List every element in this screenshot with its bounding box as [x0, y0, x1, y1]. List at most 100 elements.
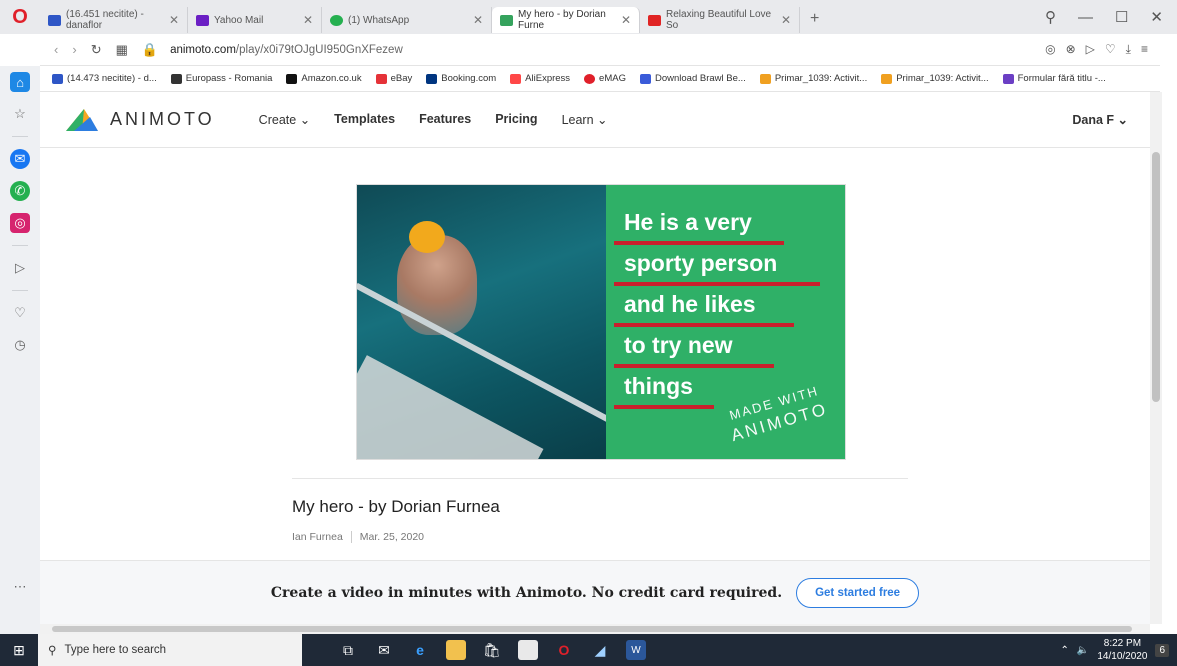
- browser-tab-active[interactable]: My hero - by Dorian Furne ✕: [492, 7, 640, 33]
- easy-setup-icon[interactable]: ≡: [1141, 42, 1148, 57]
- maximize-button[interactable]: ☐: [1115, 8, 1128, 26]
- file-explorer-icon[interactable]: [446, 640, 466, 660]
- caption-text: He is a very: [623, 209, 752, 235]
- store-icon[interactable]: 🛍: [482, 640, 502, 660]
- nav-pricing[interactable]: Pricing: [495, 112, 537, 127]
- nav-features[interactable]: Features: [419, 112, 471, 127]
- more-icon[interactable]: ⋯: [10, 577, 30, 597]
- horizontal-scrollbar[interactable]: [40, 624, 1150, 634]
- video-caption-line: He is a very: [613, 209, 845, 245]
- document-app-icon[interactable]: [518, 640, 538, 660]
- scroll-thumb[interactable]: [52, 626, 1132, 632]
- whatsapp-icon: [330, 14, 343, 26]
- chevron-up-icon[interactable]: ⌃: [1061, 645, 1069, 656]
- caption-underline: [613, 282, 820, 286]
- heart-icon[interactable]: ♡: [10, 303, 30, 323]
- new-tab-button[interactable]: +: [800, 10, 829, 28]
- opera-menu-button[interactable]: O: [0, 0, 40, 34]
- url-field[interactable]: animoto.com/play/x0i79tOJgUI950GnXFezew: [170, 44, 403, 56]
- amazon-icon: [286, 73, 298, 84]
- send-icon[interactable]: ▷: [1086, 42, 1095, 57]
- close-icon[interactable]: ✕: [163, 13, 179, 27]
- bookmark-item[interactable]: Europass - Romania: [170, 73, 272, 84]
- url-host: animoto.com: [170, 43, 236, 56]
- task-view-icon[interactable]: ⧉: [338, 640, 358, 660]
- start-button[interactable]: ⊞: [0, 634, 38, 666]
- bookmark-item[interactable]: eBay: [375, 73, 412, 84]
- bookmark-item[interactable]: eMAG: [584, 73, 626, 84]
- close-icon[interactable]: ✕: [615, 13, 631, 27]
- bookmark-item[interactable]: Amazon.co.uk: [286, 73, 362, 84]
- close-icon[interactable]: ✕: [467, 13, 483, 27]
- vertical-scrollbar[interactable]: [1150, 92, 1162, 624]
- bookmarks-icon[interactable]: ☆: [10, 104, 30, 124]
- nav-learn[interactable]: Learn ⌄: [562, 112, 608, 127]
- bookmark-item[interactable]: Booking.com: [426, 73, 496, 84]
- minimize-button[interactable]: —: [1078, 9, 1093, 26]
- get-started-button[interactable]: Get started free: [796, 577, 920, 608]
- word-icon[interactable]: W: [626, 640, 646, 660]
- aliexpress-icon: [510, 73, 522, 84]
- animoto-logo[interactable]: ANIMOTO: [64, 107, 215, 133]
- bookmark-item[interactable]: Download Brawl Be...: [639, 73, 746, 84]
- video-caption-line: sporty person: [613, 250, 845, 286]
- brawl-icon: [639, 73, 651, 84]
- opera-taskbar-icon[interactable]: O: [554, 640, 574, 660]
- animoto-icon: [500, 14, 513, 26]
- document-icon: [170, 73, 182, 84]
- animoto-logo-icon: [66, 108, 98, 131]
- speed-dial-icon[interactable]: ▦: [116, 42, 128, 58]
- back-icon[interactable]: ‹: [54, 42, 58, 57]
- promo-banner: Create a video in minutes with Animoto. …: [40, 560, 1150, 624]
- bookmark-item[interactable]: Primar_1039: Activit...: [759, 73, 867, 84]
- bookmark-label: Primar_1039: Activit...: [896, 73, 989, 84]
- forward-icon[interactable]: ›: [72, 42, 76, 57]
- reload-icon[interactable]: ↻: [91, 42, 102, 58]
- window-controls: ⚲ — ☐ ✕: [1045, 8, 1177, 27]
- bookmark-item[interactable]: (14.473 necitite) - d...: [52, 73, 157, 84]
- taskbar-search[interactable]: ⚲ Type here to search: [38, 634, 302, 666]
- clock-time: 8:22 PM: [1103, 638, 1142, 649]
- url-path: /play/x0i79tOJgUI950GnXFezew: [235, 43, 403, 56]
- heart-icon[interactable]: ♡: [1105, 42, 1116, 57]
- user-menu[interactable]: Dana F ⌄: [1072, 112, 1128, 127]
- bookmark-item[interactable]: Formular fără titlu -...: [1002, 73, 1106, 84]
- volume-icon[interactable]: 🔈: [1077, 645, 1089, 656]
- browser-tab[interactable]: Relaxing Beautiful Love So ✕: [640, 7, 800, 33]
- bookmark-item[interactable]: Primar_1039: Activit...: [881, 73, 989, 84]
- browser-tab[interactable]: (1) WhatsApp ✕: [322, 7, 492, 33]
- close-window-button[interactable]: ✕: [1150, 8, 1163, 26]
- opera-sidebar: ⌂ ☆ ✉ ✆ ◎ ▷ ♡ ◷ ⋯: [0, 66, 40, 634]
- instagram-icon[interactable]: ◎: [10, 213, 30, 233]
- history-icon[interactable]: ◷: [10, 335, 30, 355]
- video-player[interactable]: He is a very sporty person and he likes …: [356, 184, 846, 460]
- swimmer-photo: [357, 185, 606, 459]
- edge-icon[interactable]: e: [410, 640, 430, 660]
- scroll-thumb[interactable]: [1152, 152, 1160, 402]
- nav-create[interactable]: Create ⌄: [259, 112, 311, 127]
- swim-cap: [409, 221, 445, 253]
- browser-tab[interactable]: Yahoo Mail ✕: [188, 7, 322, 33]
- download-icon[interactable]: ⤓: [1126, 42, 1131, 57]
- close-icon[interactable]: ✕: [775, 13, 791, 27]
- search-tabs-icon[interactable]: ⚲: [1045, 8, 1056, 26]
- adblock-icon[interactable]: ⊗: [1066, 42, 1076, 57]
- clock-date: 14/10/2020: [1097, 651, 1148, 662]
- whatsapp-icon[interactable]: ✆: [10, 181, 30, 201]
- close-icon[interactable]: ✕: [297, 13, 313, 27]
- messenger-icon[interactable]: ✉: [10, 149, 30, 169]
- browser-tab[interactable]: (16.451 necitite) - danaflor ✕: [40, 7, 188, 33]
- home-icon[interactable]: ⌂: [10, 72, 30, 92]
- snapshot-icon[interactable]: ◎: [1045, 42, 1055, 57]
- bookmark-item[interactable]: AliExpress: [510, 73, 570, 84]
- nav-templates[interactable]: Templates: [334, 112, 395, 127]
- clock[interactable]: 8:22 PM 14/10/2020: [1097, 637, 1147, 663]
- notification-icon[interactable]: 6: [1155, 643, 1169, 657]
- tab-label: My hero - by Dorian Furne: [518, 9, 606, 31]
- chevron-down-icon: ⌄: [1117, 113, 1128, 127]
- flow-icon[interactable]: ▷: [10, 258, 30, 278]
- yahoo-icon: [196, 14, 209, 26]
- video-caption-line: to try new: [613, 332, 845, 368]
- mail-app-icon[interactable]: ✉: [374, 640, 394, 660]
- whiteboard-icon[interactable]: ◢: [590, 640, 610, 660]
